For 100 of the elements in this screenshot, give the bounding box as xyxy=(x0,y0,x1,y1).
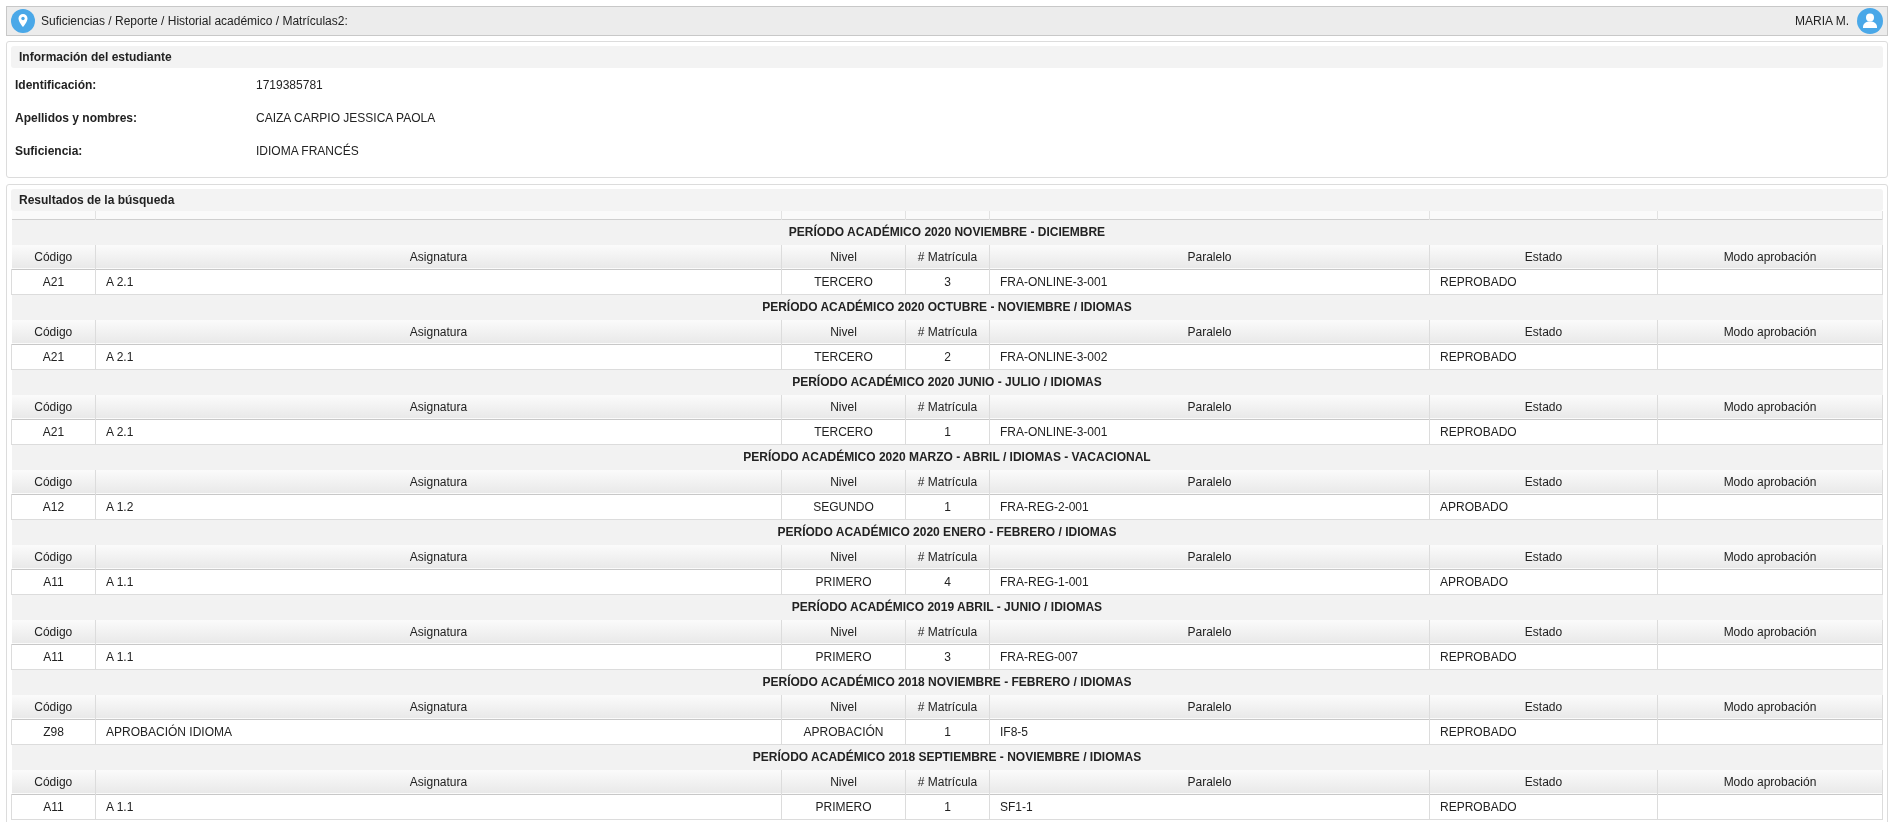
column-header: Asignatura xyxy=(95,245,782,269)
column-header: # Matrícula xyxy=(905,695,990,719)
table-cell: APROBADO xyxy=(1429,569,1658,594)
table-cell: FRA-REG-007 xyxy=(989,644,1430,669)
column-header: Modo aprobación xyxy=(1657,770,1883,794)
column-header: # Matrícula xyxy=(905,620,990,644)
table-cell: SF1-1 xyxy=(989,794,1430,819)
table-cell: 1 xyxy=(905,794,990,819)
column-header: Modo aprobación xyxy=(1657,395,1883,419)
period-title: PERÍODO ACADÉMICO 2019 ABRIL - JUNIO / IDIOMAS xyxy=(11,594,1883,620)
table-cell: A 2.1 xyxy=(95,269,782,294)
column-header: Estado xyxy=(1429,395,1658,419)
table-cell: 3 xyxy=(905,269,990,294)
table-cell: A 1.1 xyxy=(95,569,782,594)
column-header: # Matrícula xyxy=(905,770,990,794)
column-header: Nivel xyxy=(781,620,906,644)
column-header: Código xyxy=(11,245,96,269)
column-header: # Matrícula xyxy=(905,545,990,569)
table-cell: SEGUNDO xyxy=(781,494,906,519)
column-header: Asignatura xyxy=(95,695,782,719)
column-header: Estado xyxy=(1429,545,1658,569)
column-header: Estado xyxy=(1429,770,1658,794)
table-cell: FRA-REG-1-001 xyxy=(989,569,1430,594)
table-cell: REPROBADO xyxy=(1429,794,1658,819)
table-cell: FRA-ONLINE-3-001 xyxy=(989,269,1430,294)
table-cell: FRA-ONLINE-3-001 xyxy=(989,419,1430,444)
field-label: Identificación: xyxy=(15,76,98,94)
column-header: # Matrícula xyxy=(905,320,990,344)
table-cell: REPROBADO xyxy=(1429,344,1658,369)
column-header: Estado xyxy=(1429,695,1658,719)
user-avatar-icon[interactable] xyxy=(1857,8,1883,34)
column-header: Modo aprobación xyxy=(1657,545,1883,569)
table-cell: Z98 xyxy=(11,719,96,744)
field-label: Suficiencia: xyxy=(15,142,84,160)
table-cell: A 1.1 xyxy=(95,794,782,819)
period-title: PERÍODO ACADÉMICO 2020 ENERO - FEBRERO / IDIOMAS xyxy=(11,519,1883,545)
column-header: Estado xyxy=(1429,320,1658,344)
table-cell: A11 xyxy=(11,644,96,669)
user-name: MARIA M. xyxy=(1795,13,1849,30)
table-cell: A 2.1 xyxy=(95,344,782,369)
column-header: Paralelo xyxy=(989,320,1430,344)
column-header: Código xyxy=(11,695,96,719)
column-header: # Matrícula xyxy=(905,470,990,494)
table-cell: TERCERO xyxy=(781,344,906,369)
column-header: Paralelo xyxy=(989,695,1430,719)
column-header: Nivel xyxy=(781,545,906,569)
table-cell: TERCERO xyxy=(781,419,906,444)
table-cell: 1 xyxy=(905,494,990,519)
table-cell: A21 xyxy=(11,344,96,369)
column-header: Código xyxy=(11,620,96,644)
column-header: Nivel xyxy=(781,245,906,269)
table-cell: REPROBADO xyxy=(1429,644,1658,669)
table-cell: REPROBADO xyxy=(1429,719,1658,744)
column-header: Nivel xyxy=(781,470,906,494)
column-header: Modo aprobación xyxy=(1657,245,1883,269)
column-header: Paralelo xyxy=(989,470,1430,494)
location-pin-icon xyxy=(11,9,35,33)
column-header: Nivel xyxy=(781,695,906,719)
column-header: Paralelo xyxy=(989,545,1430,569)
column-header: Código xyxy=(11,395,96,419)
column-header: Paralelo xyxy=(989,620,1430,644)
table-cell: APROBACIÓN IDIOMA xyxy=(95,719,782,744)
column-header: Estado xyxy=(1429,620,1658,644)
column-header: Código xyxy=(11,545,96,569)
table-cell: A11 xyxy=(11,569,96,594)
column-header: # Matrícula xyxy=(905,395,990,419)
table-cell: PRIMERO xyxy=(781,794,906,819)
table-cell: 1 xyxy=(905,419,990,444)
column-header: Nivel xyxy=(781,395,906,419)
table-cell: PRIMERO xyxy=(781,569,906,594)
table-cell: APROBADO xyxy=(1429,494,1658,519)
column-header: Código xyxy=(11,770,96,794)
table-cell: IF8-5 xyxy=(989,719,1430,744)
table-cell: REPROBADO xyxy=(1429,419,1658,444)
table-cell: 4 xyxy=(905,569,990,594)
table-cell: 2 xyxy=(905,344,990,369)
table-cell: REPROBADO xyxy=(1429,269,1658,294)
period-title: PERÍODO ACADÉMICO 2018 NOVIEMBRE - FEBRERO / IDIOMAS xyxy=(11,669,1883,695)
table-cell: FRA-ONLINE-3-002 xyxy=(989,344,1430,369)
field-label: Apellidos y nombres: xyxy=(15,109,139,127)
table-cell: A21 xyxy=(11,269,96,294)
period-title: PERÍODO ACADÉMICO 2018 SEPTIEMBRE - NOVIEMBRE / IDIOMAS xyxy=(11,744,1883,770)
column-header: Estado xyxy=(1429,245,1658,269)
column-header: # Matrícula xyxy=(905,245,990,269)
table-cell: A11 xyxy=(11,794,96,819)
column-header: Modo aprobación xyxy=(1657,695,1883,719)
column-header: Modo aprobación xyxy=(1657,470,1883,494)
column-header: Estado xyxy=(1429,470,1658,494)
table-cell: 3 xyxy=(905,644,990,669)
table-cell: PRIMERO xyxy=(781,644,906,669)
table-cell: A 1.2 xyxy=(95,494,782,519)
table-cell: A 2.1 xyxy=(95,419,782,444)
column-header: Código xyxy=(11,320,96,344)
table-cell: 1 xyxy=(905,719,990,744)
table-cell: FRA-REG-2-001 xyxy=(989,494,1430,519)
panel-title: Resultados de la búsqueda xyxy=(19,192,175,209)
field-value: IDIOMA FRANCÉS xyxy=(256,142,359,160)
column-header: Nivel xyxy=(781,770,906,794)
breadcrumb: Suficiencias / Reporte / Historial académico / Matrículas2: xyxy=(41,13,348,30)
field-value: 1719385781 xyxy=(256,76,323,94)
